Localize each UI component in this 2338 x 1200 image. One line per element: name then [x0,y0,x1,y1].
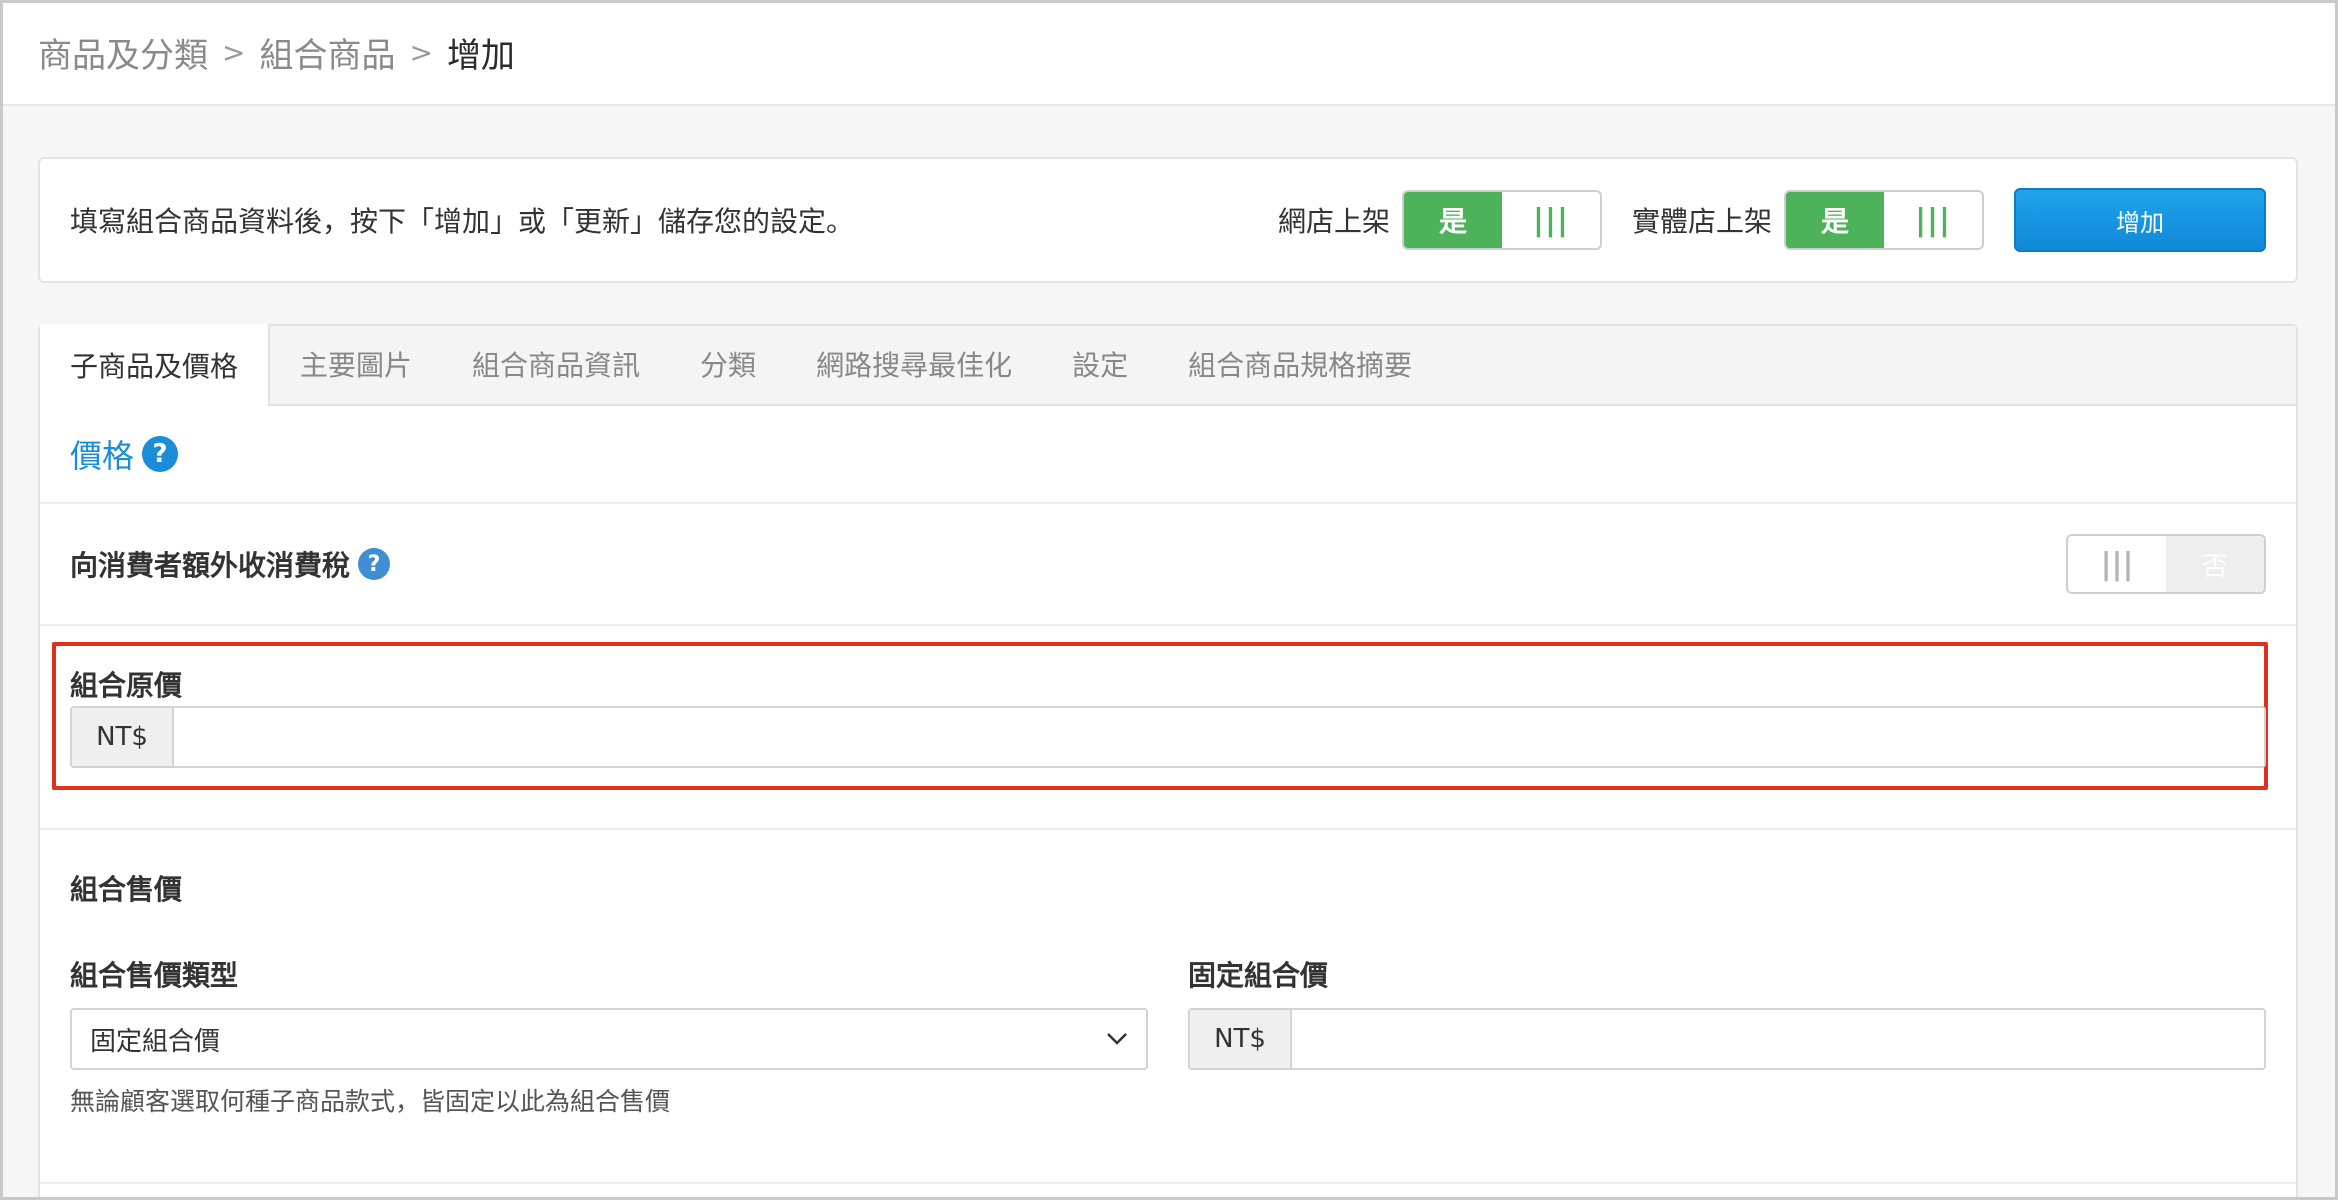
sale-type-column: 組合售價類型 固定組合價 無論顧客選取何種子商品款式，皆固定以此為組合售價 [70,954,1148,1118]
tab-seo[interactable]: 網路搜尋最佳化 [786,324,1042,404]
currency-addon: NT$ [72,708,174,766]
tax-switch-on-icon[interactable]: ||| [2068,536,2166,592]
original-price-section: 組合原價 NT$ [40,626,2296,830]
sale-price-heading: 組合售價 [70,873,183,906]
tab-spec-summary[interactable]: 組合商品規格摘要 [1158,324,1442,404]
physical-store-toggle-group: 實體店上架 是 ||| [1632,190,1984,250]
tab-category[interactable]: 分類 [670,324,786,404]
sale-type-selected-value: 固定組合價 [90,1026,221,1057]
online-store-switch-off-icon[interactable]: ||| [1502,192,1600,248]
physical-store-label: 實體店上架 [1631,205,1772,238]
breadcrumb-chevron-icon: > [409,35,433,69]
sale-type-label: 組合售價類型 [70,959,239,992]
tax-row: 向消費者額外收消費稅 ? ||| 否 [40,504,2296,626]
tax-switch-no[interactable]: 否 [2166,536,2264,592]
currency-addon: NT$ [1190,1010,1292,1068]
question-icon[interactable]: ? [142,436,179,472]
original-price-label: 組合原價 [70,669,183,702]
physical-store-switch-yes[interactable]: 是 [1786,192,1884,248]
online-store-switch[interactable]: 是 ||| [1401,190,1602,250]
sale-type-select[interactable]: 固定組合價 [70,1008,1148,1070]
add-button[interactable]: 增加 [2014,188,2266,252]
price-section-header: 價格 ? [40,406,2296,504]
tax-switch[interactable]: ||| 否 [2066,534,2266,594]
breadcrumb-chevron-icon: > [222,35,246,69]
online-store-switch-yes[interactable]: 是 [1403,192,1502,248]
physical-store-switch-off-icon[interactable]: ||| [1884,192,1982,248]
sale-type-help-text: 無論顧客選取何種子商品款式，皆固定以此為組合售價 [70,1087,671,1116]
tax-label: 向消費者額外收消費稅 ? [70,544,391,584]
breadcrumb-item-products[interactable]: 商品及分類 [38,28,208,77]
original-price-input[interactable] [174,708,2264,766]
tab-main-images[interactable]: 主要圖片 [270,324,442,404]
tax-label-text: 向消費者額外收消費稅 [70,549,351,582]
fixed-price-input[interactable] [1292,1010,2264,1068]
physical-store-switch[interactable]: 是 ||| [1784,190,1984,250]
fixed-price-column: 固定組合價 NT$ [1188,954,2266,1070]
fixed-price-label: 固定組合價 [1188,959,1329,992]
price-heading: 價格 [70,437,135,475]
online-store-toggle-group: 網店上架 是 ||| [1278,190,1602,250]
fixed-price-input-group: NT$ [1188,1008,2266,1070]
breadcrumb: 商品及分類 > 組合商品 > 增加 [0,0,2338,106]
action-hint-text: 填寫組合商品資料後，按下「增加」或「更新」儲存您的設定。 [70,205,855,238]
chevron-down-icon [1106,1027,1128,1052]
original-price-input-group: NT$ [70,706,2266,768]
main-panel: 子商品及價格 主要圖片 組合商品資訊 分類 網路搜尋最佳化 設定 組合商品規格摘… [38,324,2298,1200]
tab-items-and-price[interactable]: 子商品及價格 [40,324,271,406]
breadcrumb-item-current: 增加 [446,35,515,76]
tab-bundle-info[interactable]: 組合商品資訊 [442,324,670,404]
tab-settings[interactable]: 設定 [1042,324,1158,404]
online-store-label: 網店上架 [1277,205,1390,238]
breadcrumb-item-bundles[interactable]: 組合商品 [259,28,395,77]
action-bar: 填寫組合商品資料後，按下「增加」或「更新」儲存您的設定。 網店上架 是 ||| … [38,157,2298,283]
question-icon[interactable]: ? [358,548,391,580]
sale-price-section: 組合售價 組合售價類型 固定組合價 無論顧客選取何種子商品款式，皆固定以此為組合… [40,830,2296,1184]
tab-bar: 子商品及價格 主要圖片 組合商品資訊 分類 網路搜尋最佳化 設定 組合商品規格摘… [40,324,2296,406]
